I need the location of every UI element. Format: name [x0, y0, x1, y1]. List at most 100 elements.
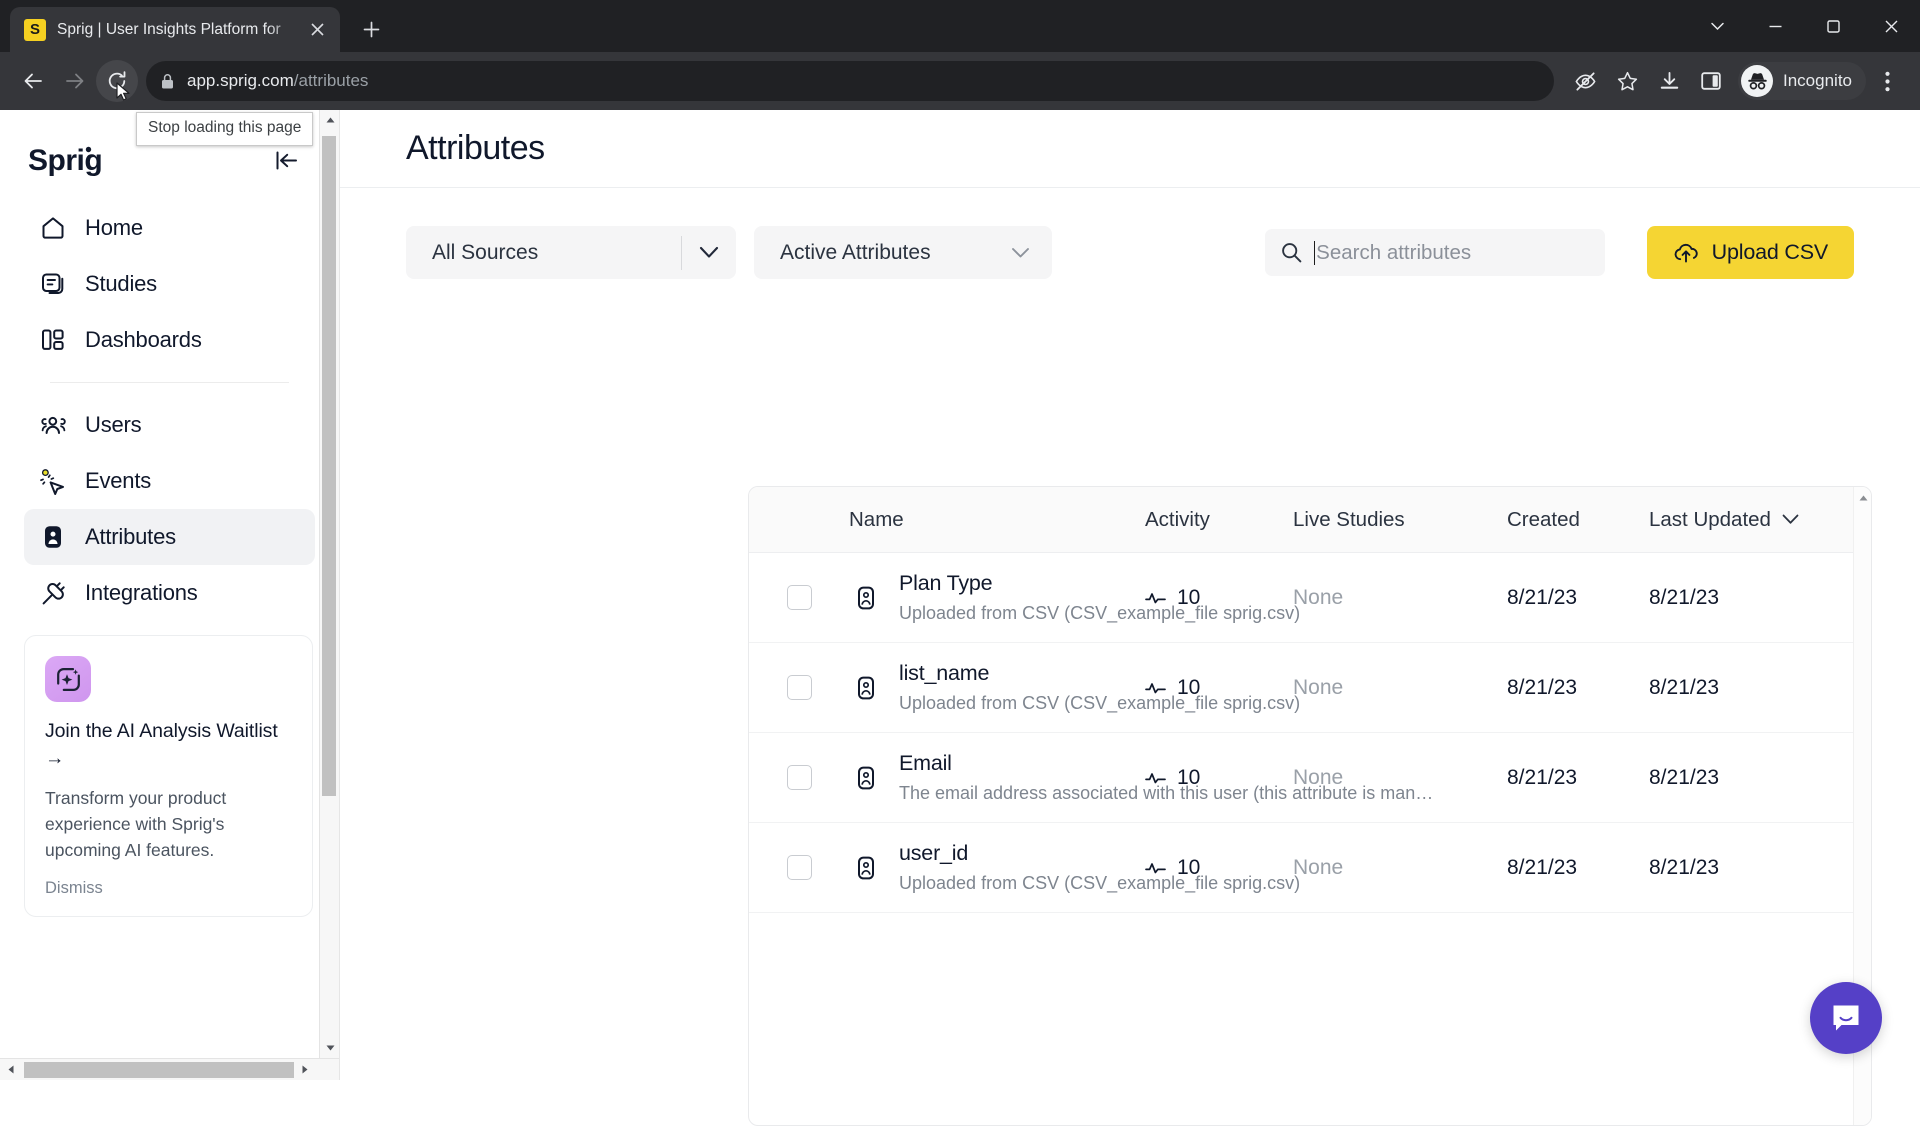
sidebar-item-label: Studies	[85, 271, 157, 296]
page-body: Sprig Home Studies Dashboards Users Even…	[0, 110, 1920, 1126]
last-updated-date: 8/21/23	[1649, 675, 1720, 699]
search-placeholder: Search attributes	[1316, 240, 1472, 264]
attributes-table: Name Activity Live Studies Created Last …	[748, 486, 1872, 1126]
users-icon	[38, 410, 68, 440]
column-header-activity[interactable]: Activity	[1145, 508, 1210, 531]
row-checkbox[interactable]	[786, 765, 812, 790]
sidebar-item-attributes[interactable]: Attributes	[24, 509, 315, 565]
column-header-created[interactable]: Created	[1507, 508, 1580, 531]
sidebar-item-users[interactable]: Users	[24, 397, 315, 453]
table-row[interactable]: Plan Type Uploaded from CSV (CSV_example…	[749, 553, 1871, 643]
activity-pulse-icon	[1145, 771, 1166, 785]
created-date: 8/21/23	[1507, 855, 1578, 879]
search-caret	[1313, 240, 1316, 265]
ai-card-dismiss-button[interactable]: Dismiss	[45, 879, 292, 898]
tab-close-icon[interactable]	[304, 17, 330, 43]
tab-search-icon[interactable]	[1688, 0, 1746, 52]
minimize-icon[interactable]	[1746, 0, 1804, 52]
scroll-left-icon[interactable]	[0, 1059, 22, 1081]
close-icon[interactable]	[1862, 0, 1920, 52]
sidebar-item-label: Users	[85, 412, 142, 437]
attribute-name: Plan Type	[899, 571, 993, 595]
eye-slash-icon[interactable]	[1564, 60, 1606, 102]
page-title: Attributes	[406, 129, 545, 167]
attribute-name: user_id	[899, 841, 969, 865]
omnibox[interactable]: app.sprig.com/attributes	[146, 61, 1554, 101]
sidebar-item-studies[interactable]: Studies	[24, 256, 315, 312]
reload-icon[interactable]	[96, 60, 138, 102]
live-studies-value: None	[1293, 765, 1344, 789]
collapse-panel-icon[interactable]	[269, 143, 303, 177]
attribute-badge-icon	[849, 761, 883, 795]
attribute-description: Uploaded from CSV (CSV_example_file spri…	[899, 603, 1301, 623]
upload-cloud-icon	[1673, 242, 1699, 264]
sidebar-item-events[interactable]: Events	[24, 453, 315, 509]
sidebar-item-integrations[interactable]: Integrations	[24, 565, 315, 621]
sidebar-item-label: Dashboards	[85, 327, 202, 352]
scroll-up-icon[interactable]	[320, 110, 339, 130]
download-icon[interactable]	[1648, 60, 1690, 102]
last-updated-date: 8/21/23	[1649, 765, 1720, 789]
sidebar-hscroll-thumb[interactable]	[24, 1061, 294, 1078]
attribute-name: list_name	[899, 661, 990, 685]
created-date: 8/21/23	[1507, 585, 1578, 609]
omnibox-path: /attributes	[293, 71, 369, 90]
status-filter-value: Active Attributes	[780, 240, 931, 264]
profile-chip-incognito[interactable]: Incognito	[1738, 62, 1866, 100]
browser-tab[interactable]: S Sprig | User Insights Platform for	[10, 7, 340, 52]
table-header-row: Name Activity Live Studies Created Last …	[749, 487, 1871, 553]
live-studies-value: None	[1293, 585, 1344, 609]
sidebar-vertical-scrollbar[interactable]	[319, 110, 339, 1058]
table-row[interactable]: list_name Uploaded from CSV (CSV_example…	[749, 643, 1871, 733]
search-icon	[1281, 242, 1302, 263]
column-header-name[interactable]: Name	[849, 508, 904, 532]
sprig-logo[interactable]: Sprig	[28, 143, 146, 177]
ai-waitlist-card[interactable]: Join the AI Analysis Waitlist → Transfor…	[24, 635, 313, 918]
ai-card-body: Transform your product experience with S…	[45, 787, 227, 860]
attribute-badge-icon	[849, 581, 883, 615]
upload-csv-button[interactable]: Upload CSV	[1646, 226, 1854, 279]
back-icon[interactable]	[12, 60, 54, 102]
new-tab-button[interactable]	[352, 10, 390, 48]
source-filter-dropdown[interactable]: All Sources	[406, 226, 736, 279]
row-checkbox[interactable]	[786, 855, 812, 880]
activity-pulse-icon	[1145, 681, 1166, 695]
activity-value: 10	[1177, 855, 1201, 879]
attribute-badge-icon	[849, 851, 883, 885]
profile-label: Incognito	[1783, 71, 1852, 90]
sidebar-horizontal-scrollbar[interactable]	[0, 1058, 339, 1080]
row-checkbox[interactable]	[786, 585, 812, 610]
sort-chevron-down-icon[interactable]	[1782, 514, 1799, 525]
chevron-down-icon[interactable]	[1011, 247, 1030, 259]
sidebar-item-home[interactable]: Home	[24, 200, 315, 256]
last-updated-date: 8/21/23	[1649, 585, 1720, 609]
sidebar-scroll-thumb[interactable]	[322, 136, 336, 796]
omnibox-domain: app.sprig.com	[187, 71, 294, 90]
three-dot-menu-icon[interactable]	[1866, 60, 1908, 102]
maximize-icon[interactable]	[1804, 0, 1862, 52]
tab-strip: S Sprig | User Insights Platform for	[0, 0, 1920, 52]
status-filter-dropdown[interactable]: Active Attributes	[754, 226, 1052, 279]
sidebar: Sprig Home Studies Dashboards Users Even…	[0, 110, 340, 1080]
scroll-up-icon[interactable]	[1854, 489, 1871, 507]
side-panel-icon[interactable]	[1690, 60, 1732, 102]
chevron-down-icon[interactable]	[682, 246, 736, 259]
search-input[interactable]: Search attributes	[1264, 229, 1605, 276]
column-header-live-studies[interactable]: Live Studies	[1293, 508, 1405, 531]
source-filter-value: All Sources	[432, 240, 539, 264]
attribute-description: The email address associated with this u…	[899, 783, 1434, 803]
scroll-right-icon[interactable]	[294, 1059, 316, 1081]
browser-chrome: S Sprig | User Insights Platform for app…	[0, 0, 1920, 110]
sidebar-item-dashboards[interactable]: Dashboards	[24, 312, 315, 368]
table-row[interactable]: Email The email address associated with …	[749, 733, 1871, 823]
live-studies-value: None	[1293, 675, 1344, 699]
intercom-chat-button[interactable]	[1810, 982, 1882, 1054]
scroll-down-icon[interactable]	[320, 1038, 339, 1058]
sidebar-item-label: Events	[85, 468, 152, 493]
star-icon[interactable]	[1606, 60, 1648, 102]
row-checkbox[interactable]	[786, 675, 812, 700]
table-row[interactable]: user_id Uploaded from CSV (CSV_example_f…	[749, 823, 1871, 913]
column-header-last-updated[interactable]: Last Updated	[1649, 508, 1771, 532]
browser-toolbar: app.sprig.com/attributes Incognito	[0, 52, 1920, 110]
attribute-description: Uploaded from CSV (CSV_example_file spri…	[899, 693, 1301, 713]
